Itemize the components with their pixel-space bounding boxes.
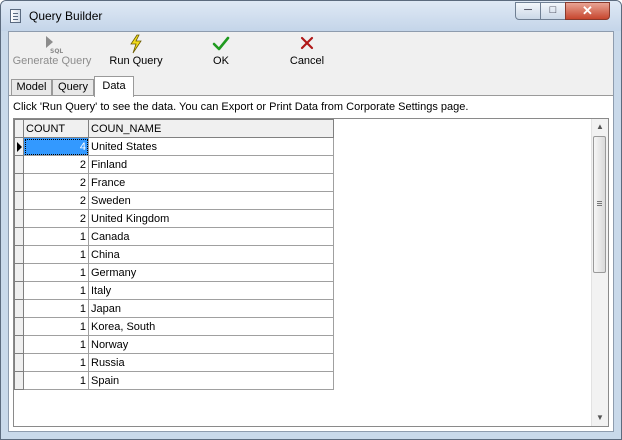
vertical-scrollbar[interactable]: ▲ ▼ xyxy=(591,119,608,426)
client-area: SQL Generate Query Run Query OK Cancel M… xyxy=(8,31,614,432)
row-indicator[interactable] xyxy=(14,227,24,246)
data-table: COUNT COUN_NAME 4 United States 2 Finland 2 F… xyxy=(14,119,334,390)
row-indicator[interactable] xyxy=(14,317,24,336)
cell-count[interactable]: 2 xyxy=(23,191,89,210)
cell-count[interactable]: 1 xyxy=(23,245,89,264)
tab-query[interactable]: Query xyxy=(52,79,94,96)
x-icon xyxy=(300,36,314,50)
scroll-thumb[interactable] xyxy=(593,136,606,273)
table-row[interactable]: 1 Russia xyxy=(14,353,334,372)
svg-text:SQL: SQL xyxy=(50,48,63,54)
table-row[interactable]: 4 United States xyxy=(14,137,334,156)
cell-count[interactable]: 2 xyxy=(23,209,89,228)
ok-button[interactable]: OK xyxy=(195,34,247,72)
cancel-label: Cancel xyxy=(289,55,325,67)
cell-count[interactable]: 1 xyxy=(23,299,89,318)
cell-coun-name[interactable]: United States xyxy=(88,137,334,156)
table-row[interactable]: 1 Japan xyxy=(14,299,334,318)
column-header-count[interactable]: COUNT xyxy=(23,119,89,138)
window-title: Query Builder xyxy=(29,9,103,23)
current-row-arrow-icon xyxy=(17,142,22,152)
row-indicator[interactable] xyxy=(14,371,24,390)
cell-count[interactable]: 1 xyxy=(23,335,89,354)
table-row[interactable]: 1 Korea, South xyxy=(14,317,334,336)
cell-coun-name[interactable]: Spain xyxy=(88,371,334,390)
row-indicator[interactable] xyxy=(14,353,24,372)
cell-count[interactable]: 2 xyxy=(23,173,89,192)
cell-count[interactable]: 1 xyxy=(23,317,89,336)
cell-coun-name[interactable]: Sweden xyxy=(88,191,334,210)
table-row[interactable]: 2 United Kingdom xyxy=(14,209,334,228)
row-indicator[interactable] xyxy=(14,245,24,264)
cell-coun-name[interactable]: Germany xyxy=(88,263,334,282)
cell-coun-name[interactable]: United Kingdom xyxy=(88,209,334,228)
data-grid[interactable]: COUNT COUN_NAME 4 United States 2 Finland 2 F… xyxy=(13,118,609,427)
tab-data[interactable]: Data xyxy=(94,76,134,97)
title-bar[interactable]: Query Builder ─ □ ✕ xyxy=(1,1,621,31)
column-header-coun-name[interactable]: COUN_NAME xyxy=(88,119,334,138)
scroll-up-arrow-icon[interactable]: ▲ xyxy=(592,119,608,135)
minimize-button[interactable]: ─ xyxy=(515,2,541,20)
checkmark-icon xyxy=(212,36,230,51)
cell-count[interactable]: 4 xyxy=(23,137,89,156)
row-indicator[interactable] xyxy=(14,299,24,318)
run-query-label: Run Query xyxy=(109,55,163,67)
table-row[interactable]: 1 China xyxy=(14,245,334,264)
row-indicator[interactable] xyxy=(14,281,24,300)
row-indicator[interactable] xyxy=(14,155,24,174)
maximize-button[interactable]: □ xyxy=(540,2,566,20)
row-indicator[interactable] xyxy=(14,209,24,228)
cancel-button[interactable]: Cancel xyxy=(279,34,335,72)
table-row[interactable]: 1 Canada xyxy=(14,227,334,246)
row-indicator[interactable] xyxy=(14,173,24,192)
header-row: COUNT COUN_NAME xyxy=(14,119,334,138)
cell-count[interactable]: 1 xyxy=(23,353,89,372)
cell-coun-name[interactable]: Norway xyxy=(88,335,334,354)
row-indicator[interactable] xyxy=(14,191,24,210)
grid-body: 4 United States 2 Finland 2 France 2 Sweden 2 Uni… xyxy=(14,137,334,390)
hint-text: Click 'Run Query' to see the data. You c… xyxy=(13,101,469,113)
cell-coun-name[interactable]: China xyxy=(88,245,334,264)
cell-coun-name[interactable]: Italy xyxy=(88,281,334,300)
cell-coun-name[interactable]: Japan xyxy=(88,299,334,318)
cell-coun-name[interactable]: Korea, South xyxy=(88,317,334,336)
table-row[interactable]: 2 Sweden xyxy=(14,191,334,210)
lightning-icon xyxy=(130,34,142,54)
data-tab-panel: Click 'Run Query' to see the data. You c… xyxy=(9,95,613,431)
table-row[interactable]: 1 Spain xyxy=(14,371,334,390)
cell-coun-name[interactable]: Canada xyxy=(88,227,334,246)
table-row[interactable]: 1 Germany xyxy=(14,263,334,282)
cell-count[interactable]: 1 xyxy=(23,281,89,300)
cell-coun-name[interactable]: France xyxy=(88,173,334,192)
close-button[interactable]: ✕ xyxy=(565,2,610,20)
generate-sql-icon: SQL xyxy=(46,36,63,54)
row-indicator[interactable] xyxy=(14,137,24,156)
table-row[interactable]: 1 Norway xyxy=(14,335,334,354)
table-row[interactable]: 2 Finland xyxy=(14,155,334,174)
table-row[interactable]: 2 France xyxy=(14,173,334,192)
scroll-down-arrow-icon[interactable]: ▼ xyxy=(592,410,608,426)
query-builder-window: Query Builder ─ □ ✕ SQL Generate Query R… xyxy=(0,0,622,440)
cell-count[interactable]: 2 xyxy=(23,155,89,174)
ok-label: OK xyxy=(213,55,229,67)
cell-count[interactable]: 1 xyxy=(23,263,89,282)
tab-strip: Model Query Data xyxy=(9,76,613,97)
generate-query-button[interactable]: SQL Generate Query xyxy=(11,34,93,72)
table-row[interactable]: 1 Italy xyxy=(14,281,334,300)
header-indicator-cell xyxy=(14,119,24,138)
toolbar: SQL Generate Query Run Query OK Cancel xyxy=(9,32,613,74)
row-indicator[interactable] xyxy=(14,335,24,354)
generate-query-label: Generate Query xyxy=(12,55,92,67)
tab-model[interactable]: Model xyxy=(11,79,52,96)
cell-count[interactable]: 1 xyxy=(23,227,89,246)
cell-coun-name[interactable]: Russia xyxy=(88,353,334,372)
row-indicator[interactable] xyxy=(14,263,24,282)
cell-count[interactable]: 1 xyxy=(23,371,89,390)
run-query-button[interactable]: Run Query xyxy=(103,34,169,72)
cell-coun-name[interactable]: Finland xyxy=(88,155,334,174)
app-document-icon xyxy=(10,9,21,23)
